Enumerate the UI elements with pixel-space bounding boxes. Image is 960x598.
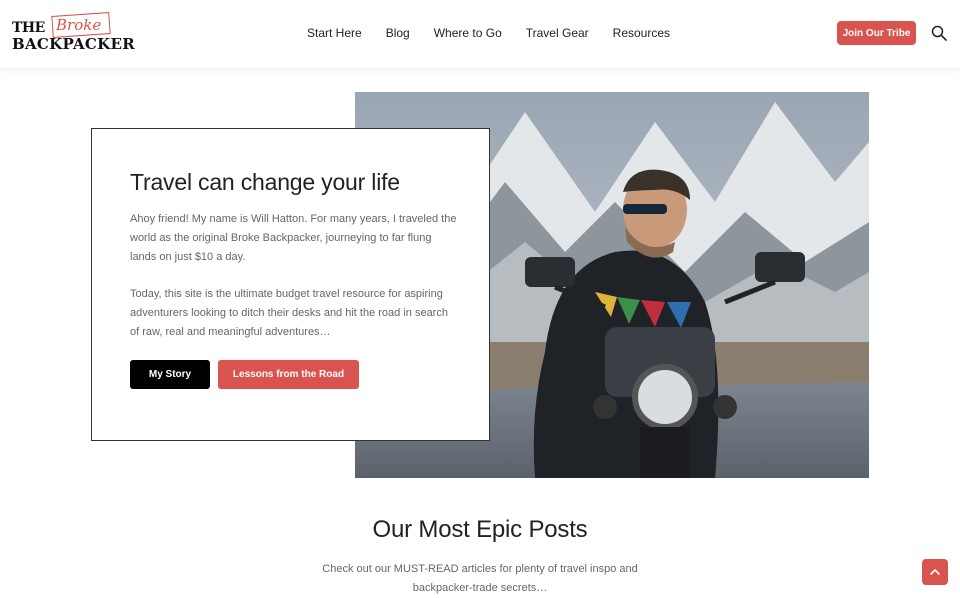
join-tribe-button[interactable]: Join Our Tribe bbox=[837, 21, 916, 45]
logo-text-backpacker: BACKPACKER bbox=[12, 35, 135, 53]
logo-text-broke: Broke bbox=[56, 16, 102, 34]
hero-paragraph-intro: Ahoy friend! My name is Will Hatton. For… bbox=[130, 213, 457, 263]
main-nav: Start Here Blog Where to Go Travel Gear … bbox=[307, 26, 694, 40]
intro-card: Travel can change your life Ahoy friend!… bbox=[91, 128, 490, 441]
posts-section-title: Our Most Epic Posts bbox=[372, 516, 588, 543]
site-header: THE Broke BACKPACKER Start Here Blog Whe… bbox=[0, 0, 960, 68]
nav-item-resources[interactable]: Resources bbox=[613, 26, 670, 40]
lessons-button[interactable]: Lessons from the Road bbox=[218, 360, 359, 389]
nav-item-start-here[interactable]: Start Here bbox=[307, 26, 362, 40]
posts-section-description: Check out our MUST-READ articles for ple… bbox=[322, 563, 638, 594]
site-logo[interactable]: THE Broke BACKPACKER bbox=[12, 12, 135, 54]
nav-item-blog[interactable]: Blog bbox=[386, 26, 410, 40]
search-icon[interactable] bbox=[931, 25, 947, 41]
scroll-to-top-button[interactable] bbox=[922, 559, 948, 585]
hero-title: Travel can change your life bbox=[130, 169, 400, 195]
my-story-button[interactable]: My Story bbox=[130, 360, 210, 389]
nav-item-travel-gear[interactable]: Travel Gear bbox=[526, 26, 589, 40]
nav-item-where-to-go[interactable]: Where to Go bbox=[434, 26, 502, 40]
logo-text-the: THE bbox=[12, 20, 45, 36]
chevron-up-icon bbox=[930, 569, 940, 575]
hero-paragraph-mission: Today, this site is the ultimate budget … bbox=[130, 288, 448, 338]
